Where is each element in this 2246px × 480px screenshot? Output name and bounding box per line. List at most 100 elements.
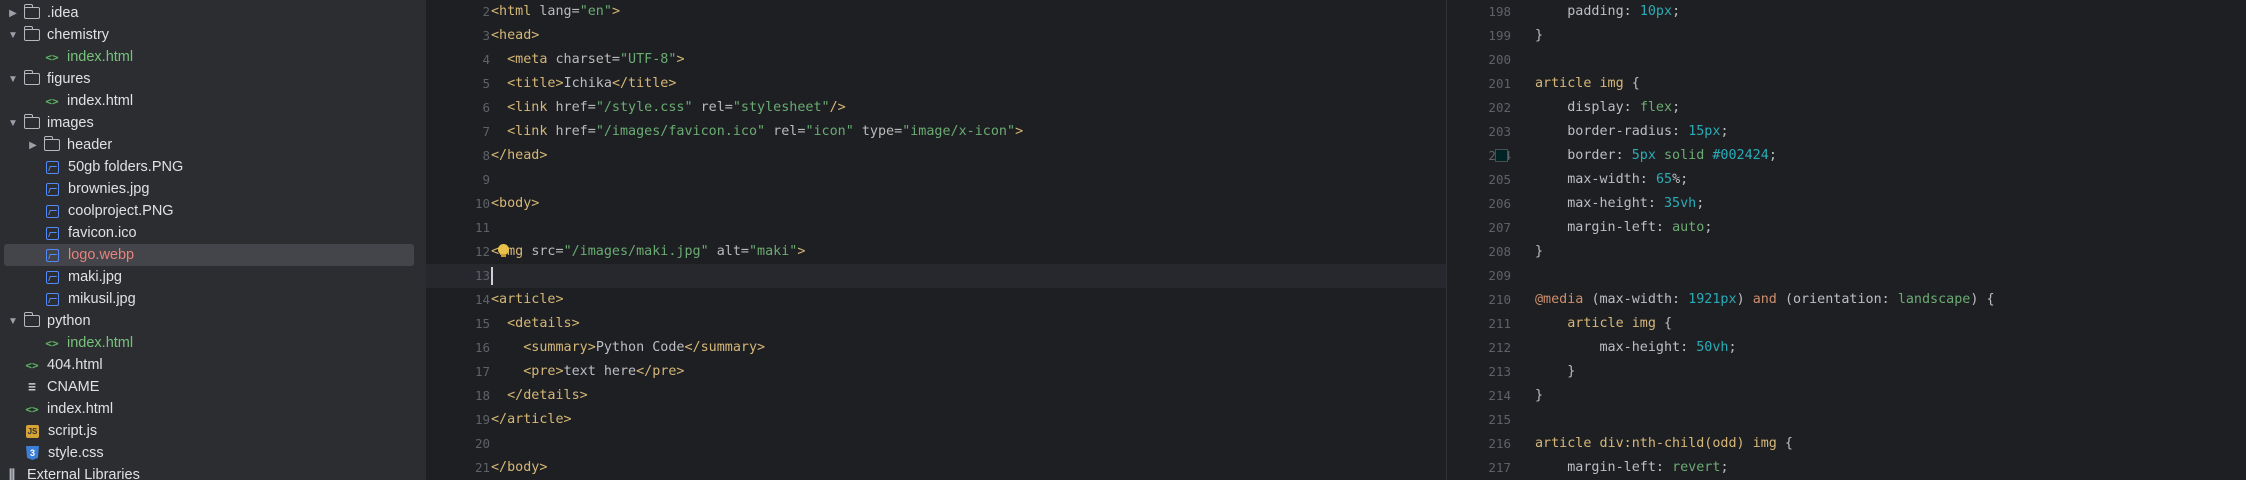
tree-file[interactable]: <> index.html — [0, 90, 414, 112]
code-line[interactable]: } — [1535, 240, 1543, 264]
code-line[interactable]: border-radius: 15px; — [1535, 120, 1728, 144]
tree-file[interactable]: brownies.jpg — [0, 178, 414, 200]
code-token: ; — [1672, 4, 1681, 19]
code-line[interactable]: <meta charset="UTF-8"> — [491, 48, 684, 72]
code-line[interactable]: <head> — [491, 24, 539, 48]
code-line[interactable]: <pre>text here</pre> — [491, 360, 684, 384]
code-token: } — [1535, 28, 1544, 43]
intention-bulb-icon[interactable] — [498, 244, 509, 257]
tree-file[interactable]: ≡ CNAME — [0, 376, 414, 398]
tree-folder[interactable]: ▼ images — [0, 112, 414, 134]
tree-folder[interactable]: ▶ header — [0, 134, 414, 156]
tree-file[interactable]: <> index.html — [0, 332, 414, 354]
code-line[interactable]: <article> — [491, 288, 564, 312]
html-editor[interactable]: 2 3 4 5 6 7 8 9 10 11 12 13 14 15 16 17 18 19 20 21 <html l… — [426, 0, 1446, 480]
line-number: 217 — [1488, 460, 1511, 475]
tree-item-label: header — [67, 137, 113, 153]
chevron-down-icon[interactable]: ▼ — [6, 74, 20, 85]
code-line[interactable]: <summary>Python Code</summary> — [491, 336, 765, 360]
code-token: "maki" — [749, 244, 798, 259]
tree-file[interactable]: <> index.html — [0, 46, 414, 68]
code-token: margin-left: — [1567, 460, 1673, 475]
tree-file[interactable]: maki.jpg — [0, 266, 414, 288]
line-number: 212 — [1488, 340, 1511, 355]
code-line[interactable]: </details> — [491, 384, 588, 408]
tree-folder[interactable]: ▼ python — [0, 310, 414, 332]
code-line[interactable]: <html lang="en"> — [491, 0, 620, 24]
tree-item-label: chemistry — [47, 27, 110, 43]
code-token: "/style.css" — [595, 100, 693, 115]
code-line[interactable]: margin-left: auto; — [1535, 216, 1712, 240]
code-token: (max-width: — [1591, 292, 1689, 307]
code-line[interactable]: <details> — [491, 312, 580, 336]
code-token: </details> — [507, 388, 588, 403]
chevron-down-icon[interactable]: ▼ — [6, 316, 20, 327]
code-line[interactable]: } — [1535, 360, 1575, 384]
tree-item-label: python — [47, 313, 91, 329]
code-line[interactable]: article div:nth-child(odd) img { — [1535, 432, 1793, 456]
tree-file[interactable]: <> index.html — [0, 398, 414, 420]
line-number: 11 — [474, 220, 490, 235]
code-token: %; — [1672, 172, 1689, 187]
code-token: "image/x-icon" — [902, 124, 1016, 139]
image-file-icon — [46, 204, 59, 218]
line-number: 8 — [482, 148, 490, 163]
tree-file[interactable]: logo.webp — [4, 244, 414, 266]
tree-file[interactable]: ⫼ External Libraries — [0, 464, 414, 480]
code-line[interactable]: @media (max-width: 1921px) and (orientat… — [1535, 288, 1995, 312]
chevron-right-icon[interactable]: ▶ — [26, 140, 40, 151]
code-line[interactable]: max-height: 35vh; — [1535, 192, 1704, 216]
tree-file[interactable]: favicon.ico — [0, 222, 414, 244]
code-token: ; — [1768, 148, 1777, 163]
code-line[interactable]: <img src="/images/maki.jpg" alt="maki"> — [491, 240, 805, 264]
tree-file[interactable]: JS script.js — [0, 420, 414, 442]
code-line[interactable]: } — [1535, 384, 1543, 408]
line-number: 198 — [1488, 4, 1511, 19]
code-line[interactable]: <link href="/style.css" rel="stylesheet"… — [491, 96, 846, 120]
code-line[interactable]: article img { — [1535, 312, 1672, 336]
code-line[interactable]: <body> — [491, 192, 539, 216]
tree-folder[interactable]: ▶ .idea — [0, 2, 414, 24]
code-line[interactable]: article img { — [1535, 72, 1640, 96]
code-line[interactable]: </body> — [491, 456, 547, 480]
text-caret — [491, 267, 493, 285]
tree-file[interactable]: coolproject.PNG — [0, 200, 414, 222]
code-token: "icon" — [805, 124, 854, 139]
code-line[interactable]: <title>Ichika</title> — [491, 72, 676, 96]
line-number: 14 — [474, 292, 490, 307]
tree-file[interactable]: 50gb folders.PNG — [0, 156, 414, 178]
folder-icon — [23, 26, 40, 41]
code-line[interactable]: </head> — [491, 144, 547, 168]
code-line[interactable]: </article> — [491, 408, 572, 432]
color-swatch-icon[interactable] — [1495, 149, 1508, 162]
tree-item-label: mikusil.jpg — [68, 291, 136, 307]
code-token: "UTF-8" — [620, 52, 677, 67]
css-editor[interactable]: 1981992002012022032042052062072082092102… — [1446, 0, 2246, 480]
code-token: revert — [1672, 460, 1721, 475]
code-token: Python Code — [595, 340, 685, 355]
tree-folder[interactable]: ▼ figures — [0, 68, 414, 90]
code-line[interactable]: max-height: 50vh; — [1535, 336, 1737, 360]
code-line[interactable]: max-width: 65%; — [1535, 168, 1688, 192]
code-line[interactable]: display: flex; — [1535, 96, 1680, 120]
tree-file[interactable]: 3 style.css — [0, 442, 414, 464]
chevron-down-icon[interactable]: ▼ — [6, 30, 20, 41]
tree-folder[interactable]: ▼ chemistry — [0, 24, 414, 46]
line-number: 2 — [482, 4, 490, 19]
code-token: } — [1535, 388, 1544, 403]
tree-file[interactable]: mikusil.jpg — [0, 288, 414, 310]
line-number: 7 — [482, 124, 490, 139]
chevron-down-icon[interactable]: ▼ — [6, 118, 20, 129]
code-line[interactable]: <link href="/images/favicon.ico" rel="ic… — [491, 120, 1023, 144]
code-token: <img — [491, 244, 532, 259]
code-line[interactable]: padding: 10px; — [1535, 0, 1680, 24]
code-line[interactable]: } — [1535, 24, 1543, 48]
folder-icon — [23, 114, 40, 129]
code-line[interactable]: border: 5px solid #002424; — [1535, 144, 1777, 168]
code-line[interactable]: margin-left: revert; — [1535, 456, 1728, 480]
tree-file[interactable]: <> 404.html — [0, 354, 414, 376]
chevron-right-icon[interactable]: ▶ — [6, 8, 20, 19]
